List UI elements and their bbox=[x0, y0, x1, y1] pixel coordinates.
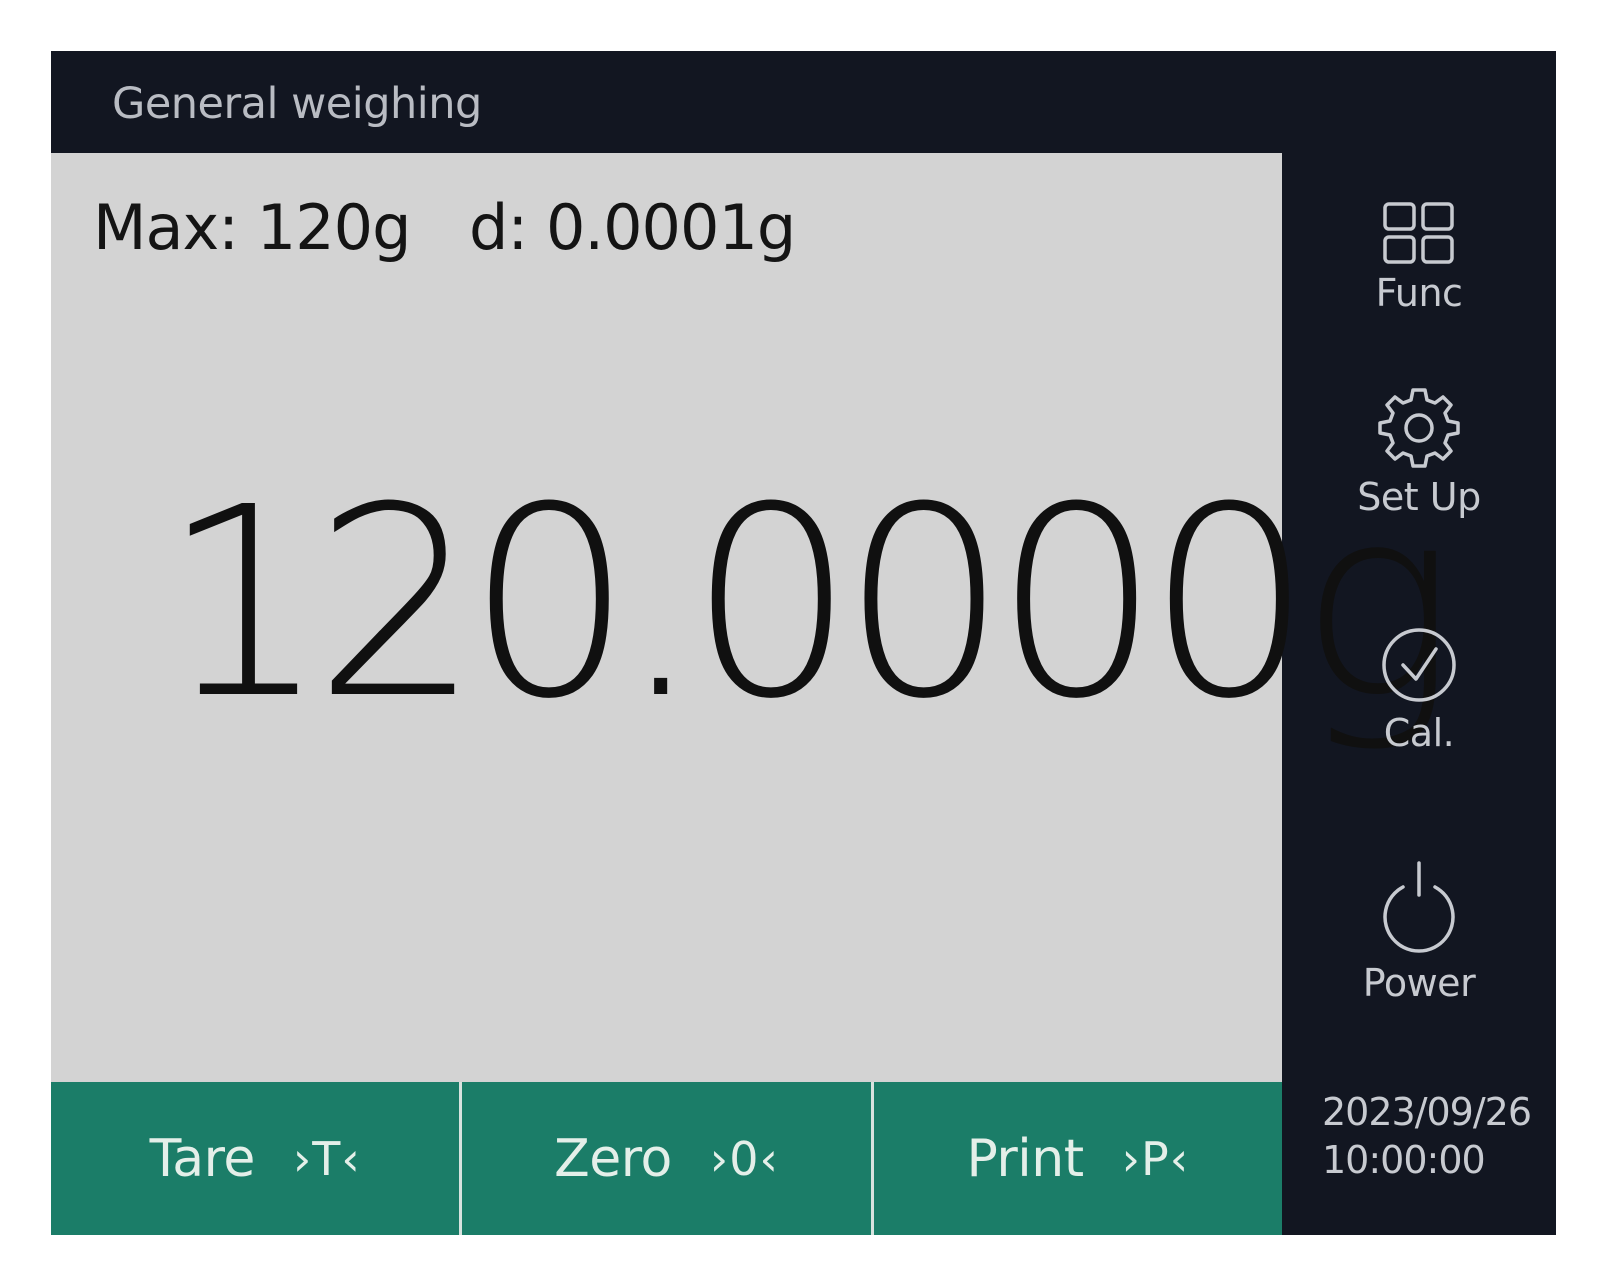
sidebar: Func Set Up Cal. Power 2023/09/26 10:00:… bbox=[1282, 153, 1556, 1235]
tare-button-label: Tare bbox=[149, 1128, 256, 1189]
gear-icon bbox=[1378, 388, 1460, 468]
mode-title: General weighing bbox=[112, 79, 482, 129]
print-button-label: Print bbox=[966, 1128, 1084, 1189]
print-button[interactable]: Print ›P‹ bbox=[870, 1082, 1282, 1235]
readability-label: d: 0.0001g bbox=[469, 191, 796, 264]
zero-button-label: Zero bbox=[554, 1128, 672, 1189]
zero-button[interactable]: Zero ›0‹ bbox=[459, 1082, 871, 1235]
weight-reading: 120.0000g bbox=[161, 451, 1456, 756]
date-readout: 2023/09/26 bbox=[1322, 1090, 1532, 1134]
max-capacity-label: Max: 120g bbox=[93, 191, 411, 264]
tare-button[interactable]: Tare ›T‹ bbox=[51, 1082, 460, 1235]
print-symbol: ›P‹ bbox=[1121, 1131, 1190, 1186]
function-key-bar: Tare ›T‹ Zero ›0‹ Print ›P‹ bbox=[51, 1082, 1282, 1235]
calibration-label: Cal. bbox=[1383, 711, 1455, 755]
func-label: Func bbox=[1375, 271, 1463, 315]
calibration-button[interactable]: Cal. bbox=[1282, 625, 1556, 755]
power-icon bbox=[1383, 861, 1455, 953]
time-readout: 10:00:00 bbox=[1322, 1138, 1486, 1182]
check-circle-icon bbox=[1382, 628, 1456, 702]
func-button[interactable]: Func bbox=[1282, 201, 1556, 315]
weighing-display: Max: 120g d: 0.0001g 120.0000g bbox=[51, 153, 1456, 1082]
setup-label: Set Up bbox=[1357, 475, 1481, 519]
balance-screen: General weighing Max: 120g d: 0.0001g 12… bbox=[51, 51, 1556, 1235]
date-time: 2023/09/26 10:00:00 bbox=[1322, 1088, 1532, 1184]
tare-symbol: ›T‹ bbox=[292, 1131, 361, 1186]
power-label: Power bbox=[1362, 961, 1476, 1005]
zero-symbol: ›0‹ bbox=[709, 1131, 779, 1186]
grid-icon bbox=[1383, 202, 1454, 264]
title-bar: General weighing bbox=[51, 51, 1556, 153]
setup-button[interactable]: Set Up bbox=[1282, 385, 1556, 519]
power-button[interactable]: Power bbox=[1282, 859, 1556, 1005]
